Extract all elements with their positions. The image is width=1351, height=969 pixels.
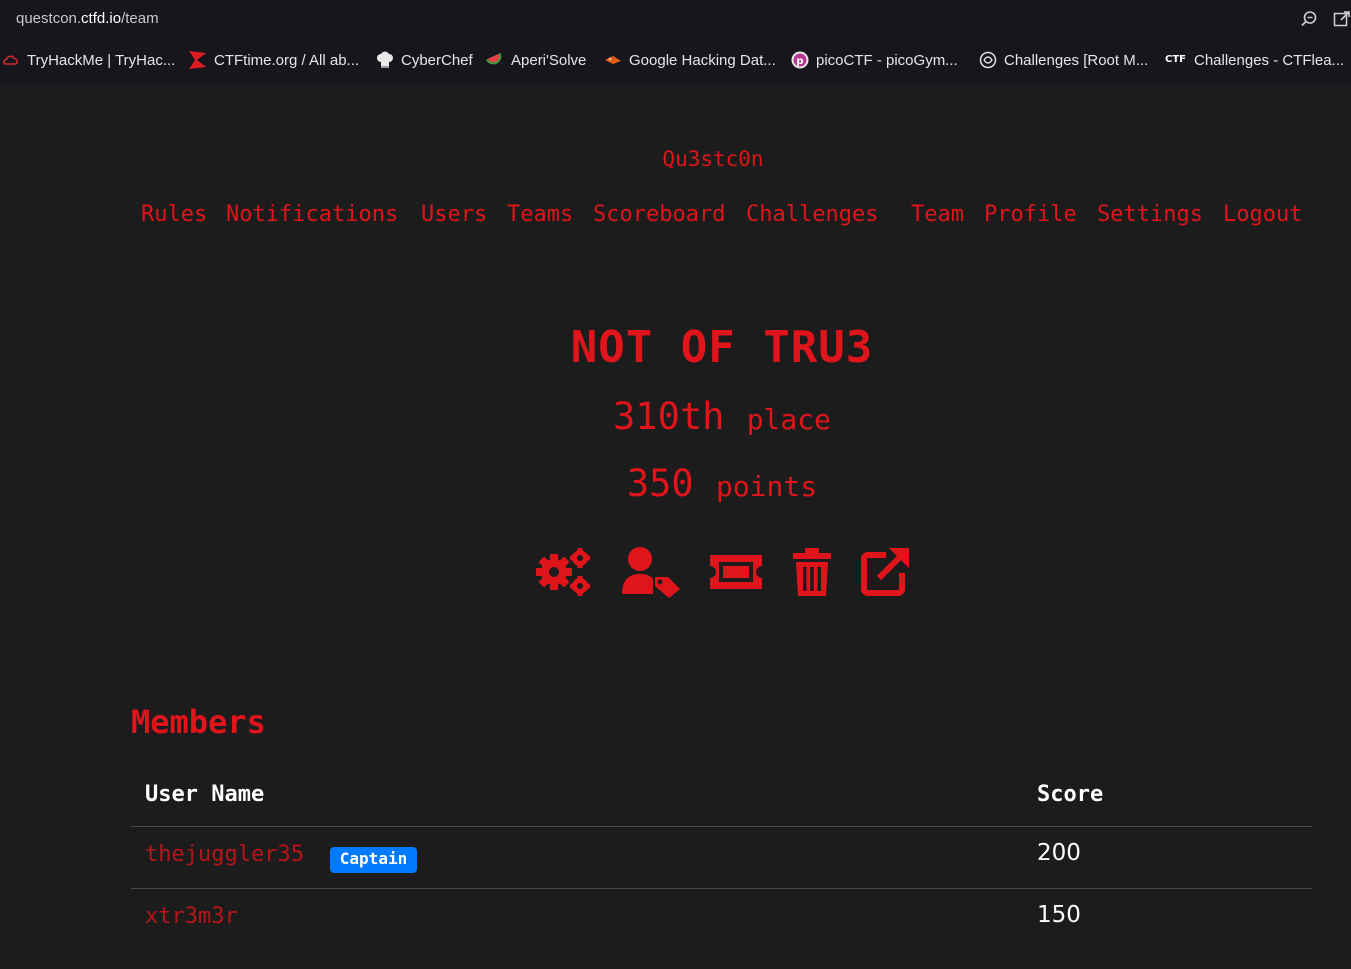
member-name-link[interactable]: xtr3m3r xyxy=(145,904,238,929)
members-title: Members xyxy=(131,703,266,741)
main-nav: Rules Notifications Users Teams Scoreboa… xyxy=(0,202,1351,232)
bookmark-picoctf[interactable]: p picoCTF - picoGym... xyxy=(791,51,958,69)
team-name: NOT OF TRU3 xyxy=(570,322,874,373)
bookmark-google-hacking[interactable]: Google Hacking Dat... xyxy=(604,51,776,69)
member-score: 200 xyxy=(1037,840,1081,866)
bookmark-ctftime[interactable]: CTFtime.org / All ab... xyxy=(189,51,359,69)
nav-team[interactable]: Team xyxy=(911,202,964,227)
external-link-icon[interactable] xyxy=(861,546,911,598)
member-score: 150 xyxy=(1037,902,1081,928)
url-path: /team xyxy=(121,10,159,27)
table-divider xyxy=(131,888,1312,889)
points-value: 350 xyxy=(626,462,694,505)
picoctf-icon: p xyxy=(791,51,809,69)
tryhackme-icon xyxy=(3,55,18,65)
bookmark-label: Google Hacking Dat... xyxy=(629,51,776,69)
bookmark-aperisolve[interactable]: Aperi'Solve xyxy=(486,51,586,69)
nav-settings[interactable]: Settings xyxy=(1097,202,1203,227)
nav-logout[interactable]: Logout xyxy=(1223,202,1302,227)
nav-teams[interactable]: Teams xyxy=(507,202,573,227)
chef-hat-icon xyxy=(377,51,393,68)
bookmark-label: CTFtime.org / All ab... xyxy=(214,51,360,69)
header-score: Score xyxy=(1037,782,1104,807)
nav-users[interactable]: Users xyxy=(421,202,487,227)
ctftime-icon xyxy=(189,51,206,69)
ctf-icon: CTF xyxy=(1165,54,1186,65)
svg-text:p: p xyxy=(796,56,803,67)
exploitdb-icon xyxy=(605,56,621,64)
bookmark-label: Challenges [Root M... xyxy=(1004,51,1149,69)
url-prefix: questcon. xyxy=(16,10,82,27)
bookmark-cyberchef[interactable]: CyberChef xyxy=(376,51,473,69)
bookmark-rootme[interactable]: Challenges [Root M... xyxy=(979,51,1148,69)
bookmark-tryhackme[interactable]: TryHackMe | TryHac... xyxy=(2,51,175,69)
bookmark-label: CyberChef xyxy=(401,51,473,69)
place-value: 310th xyxy=(613,395,725,438)
team-points: 350 points xyxy=(0,462,1351,505)
nav-rules[interactable]: Rules xyxy=(141,202,207,227)
trash-icon[interactable] xyxy=(792,546,832,598)
member-name-link[interactable]: thejuggler35 xyxy=(145,842,304,867)
address-bar[interactable]: questcon.ctfd.io/team xyxy=(0,0,1351,40)
captain-badge: Captain xyxy=(330,847,417,873)
bookmark-label: picoCTF - picoGym... xyxy=(816,51,958,69)
url-domain: ctfd.io xyxy=(81,10,122,27)
bookmark-label: TryHackMe | TryHac... xyxy=(27,51,176,69)
bookmark-ctflearn[interactable]: CTF Challenges - CTFlea... xyxy=(1165,51,1344,69)
team-place: 310th place xyxy=(0,395,1351,438)
nav-notifications[interactable]: Notifications xyxy=(226,202,398,227)
share-icon[interactable] xyxy=(1333,10,1351,28)
watermelon-icon xyxy=(486,52,502,65)
rootme-icon xyxy=(979,51,997,69)
ticket-icon[interactable] xyxy=(708,546,764,598)
nav-challenges[interactable]: Challenges xyxy=(746,202,878,227)
table-divider xyxy=(131,826,1312,827)
header-user-name: User Name xyxy=(145,782,265,807)
site-brand[interactable]: Qu3stc0n xyxy=(0,147,1351,171)
place-label: place xyxy=(746,403,831,436)
nav-profile[interactable]: Profile xyxy=(984,202,1077,227)
bookmark-label: Aperi'Solve xyxy=(511,51,587,69)
user-tag-icon[interactable] xyxy=(621,546,681,598)
url-text[interactable]: questcon.ctfd.io/team xyxy=(16,10,159,27)
points-label: points xyxy=(715,470,818,503)
nav-scoreboard[interactable]: Scoreboard xyxy=(593,202,725,227)
settings-gears-icon[interactable] xyxy=(533,546,593,598)
zoom-icon[interactable] xyxy=(1300,10,1318,28)
bookmark-label: Challenges - CTFlea... xyxy=(1194,51,1345,69)
bookmarks-bar: TryHackMe | TryHac... CTFtime.org / All … xyxy=(0,40,1351,84)
